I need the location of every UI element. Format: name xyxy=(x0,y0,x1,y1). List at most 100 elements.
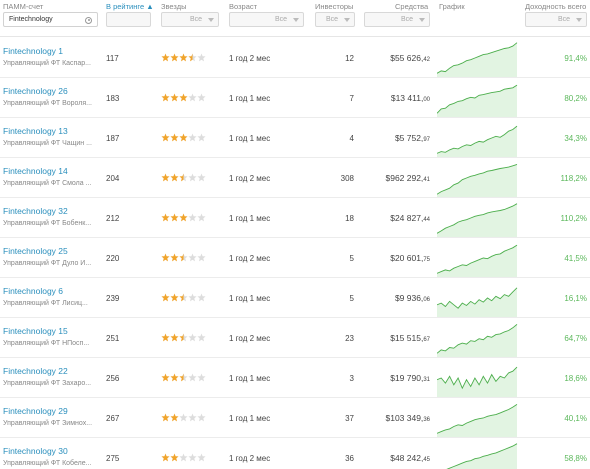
table-row[interactable]: Fintechnology 30 Управляющий ФТ Кобеле...… xyxy=(0,438,590,469)
yield-sparkline[interactable] xyxy=(437,399,518,437)
table-row[interactable]: Fintechnology 14 Управляющий ФТ Смола ...… xyxy=(0,158,590,198)
yield-sparkline[interactable] xyxy=(437,119,518,157)
rating-value: 212 xyxy=(106,214,120,223)
investors-filter-select[interactable]: Все xyxy=(315,12,355,27)
funds-value: $103 349,36 xyxy=(385,413,430,423)
table-row[interactable]: Fintechnology 6 Управляющий ФТ Лисиц... 23… xyxy=(0,278,590,318)
yield-value: 18,6% xyxy=(564,374,587,383)
funds-value: $962 292,41 xyxy=(385,173,430,183)
star-icon xyxy=(170,53,179,62)
yield-sparkline[interactable] xyxy=(437,239,518,277)
account-name-link[interactable]: Fintechnology 29 xyxy=(3,406,68,416)
account-age: 1 год 2 мес xyxy=(229,54,271,63)
funds-cents: 41 xyxy=(423,177,430,183)
account-name-link[interactable]: Fintechnology 26 xyxy=(3,86,68,96)
account-name-link[interactable]: Fintechnology 1 xyxy=(3,46,63,56)
yield-sparkline[interactable] xyxy=(437,159,518,197)
investors-filter-value: Все xyxy=(325,16,338,23)
funds-column-label[interactable]: Средства xyxy=(395,2,428,11)
account-name-link[interactable]: Fintechnology 25 xyxy=(3,246,68,256)
account-age: 1 год 1 мес xyxy=(229,414,271,423)
investors-count: 308 xyxy=(340,174,354,183)
funds-cents: 06 xyxy=(423,297,430,303)
rating-value: 183 xyxy=(106,94,120,103)
account-column-label[interactable]: ПАММ-счет xyxy=(3,2,43,11)
star-icon xyxy=(197,53,206,62)
star-icon xyxy=(170,453,179,462)
account-name-link[interactable]: Fintechnology 15 xyxy=(3,326,68,336)
account-manager: Управляющий ФТ Бобенк... xyxy=(3,220,92,227)
account-name-link[interactable]: Fintechnology 32 xyxy=(3,206,68,216)
investors-column-label[interactable]: Инвесторы xyxy=(315,2,353,11)
chevron-down-icon xyxy=(293,18,299,22)
star-icon xyxy=(179,133,188,142)
yield-sparkline[interactable] xyxy=(437,79,518,117)
star-icon xyxy=(161,373,170,382)
yield-sparkline[interactable] xyxy=(437,359,518,397)
star-icon xyxy=(161,53,170,62)
account-name-link[interactable]: Fintechnology 30 xyxy=(3,446,68,456)
stars-column-label[interactable]: Звезды xyxy=(161,2,186,11)
funds-main: $962 292, xyxy=(385,173,424,183)
yield-column-label[interactable]: Доходность всего xyxy=(525,2,586,11)
account-filter-input[interactable]: Fintechnology xyxy=(3,12,98,27)
star-icon xyxy=(188,53,197,62)
yield-sparkline[interactable] xyxy=(437,199,518,237)
table-row[interactable]: Fintechnology 26 Управляющий ФТ Вороля...… xyxy=(0,78,590,118)
funds-main: $9 936, xyxy=(394,293,424,303)
star-icon xyxy=(170,93,179,102)
rating-value: 275 xyxy=(106,454,120,463)
sparkline-area xyxy=(447,443,517,469)
table-row[interactable]: Fintechnology 1 Управляющий ФТ Каспар... 1… xyxy=(0,38,590,78)
account-age: 1 год 1 мес xyxy=(229,134,271,143)
star-icon xyxy=(197,413,206,422)
star-icon xyxy=(188,253,197,262)
account-age: 1 год 1 мес xyxy=(229,214,271,223)
table-row[interactable]: Fintechnology 13 Управляющий ФТ Чащин ...… xyxy=(0,118,590,158)
account-name-link[interactable]: Fintechnology 6 xyxy=(3,286,63,296)
rating-value: 204 xyxy=(106,174,120,183)
yield-sparkline[interactable] xyxy=(437,279,518,317)
yield-sparkline[interactable] xyxy=(437,319,518,357)
funds-value: $48 242,45 xyxy=(390,453,430,463)
clear-filter-icon[interactable] xyxy=(85,16,92,24)
funds-value: $55 626,42 xyxy=(390,53,430,63)
age-column-label[interactable]: Возраст xyxy=(229,2,257,11)
star-icon xyxy=(188,453,197,462)
yield-filter-select[interactable]: Все xyxy=(525,12,587,27)
funds-main: $103 349, xyxy=(385,413,424,423)
yield-sparkline[interactable] xyxy=(437,439,518,469)
rating-column-label[interactable]: В рейтинге ▲ xyxy=(106,2,154,11)
rating-filter-input[interactable] xyxy=(106,12,151,27)
account-name-link[interactable]: Fintechnology 22 xyxy=(3,366,68,376)
funds-cents: 97 xyxy=(423,137,430,143)
star-icon xyxy=(188,133,197,142)
star-icon xyxy=(188,333,197,342)
star-icon xyxy=(197,213,206,222)
star-icon xyxy=(188,293,197,302)
account-age: 1 год 2 мес xyxy=(229,454,271,463)
table-row[interactable]: Fintechnology 25 Управляющий ФТ Дуло И...… xyxy=(0,238,590,278)
funds-cents: 36 xyxy=(423,417,430,423)
funds-cents: 75 xyxy=(423,257,430,263)
funds-value: $20 601,75 xyxy=(390,253,430,263)
table-row[interactable]: Fintechnology 15 Управляющий ФТ НПосп... 2… xyxy=(0,318,590,358)
star-icon xyxy=(179,293,188,302)
yield-sparkline[interactable] xyxy=(437,39,518,77)
table-row[interactable]: Fintechnology 29 Управляющий ФТ Зимнох...… xyxy=(0,398,590,438)
sparkline-area xyxy=(437,126,517,157)
star-icon xyxy=(179,453,188,462)
age-filter-select[interactable]: Все xyxy=(229,12,304,27)
rating-value: 239 xyxy=(106,294,120,303)
account-name-link[interactable]: Fintechnology 14 xyxy=(3,166,68,176)
stars-filter-select[interactable]: Все xyxy=(161,12,219,27)
yield-value: 64,7% xyxy=(564,334,587,343)
funds-cents: 67 xyxy=(423,337,430,343)
table-row[interactable]: Fintechnology 22 Управляющий ФТ Захаро...… xyxy=(0,358,590,398)
account-name-link[interactable]: Fintechnology 13 xyxy=(3,126,68,136)
investors-count: 37 xyxy=(345,414,354,423)
table-row[interactable]: Fintechnology 32 Управляющий ФТ Бобенк...… xyxy=(0,198,590,238)
rating-value: 256 xyxy=(106,374,120,383)
funds-filter-select[interactable]: Все xyxy=(364,12,430,27)
investors-count: 7 xyxy=(349,94,354,103)
